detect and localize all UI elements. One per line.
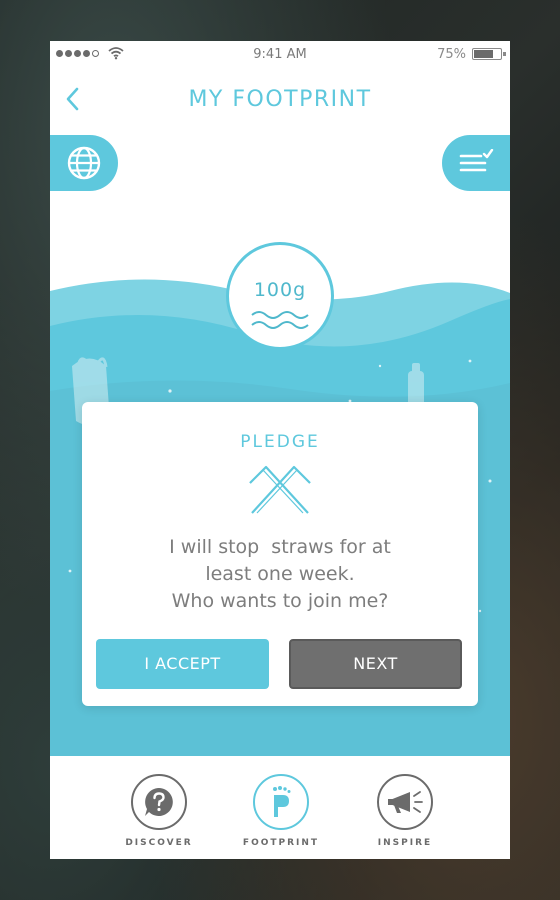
pledge-line: Who wants to join me?: [171, 590, 389, 612]
tab-inspire[interactable]: INSPIRE: [350, 774, 460, 848]
pledge-line: least one week.: [205, 563, 355, 585]
phone-screen: 9:41 AM 75% MY FOOTPRINT 100g PLEDGE I w…: [50, 41, 510, 859]
pledge-message: I will stop straws for at least one week…: [102, 534, 458, 615]
crossed-straws-icon: [249, 465, 311, 514]
tab-footprint[interactable]: FOOTPRINT: [226, 774, 336, 848]
battery-percent: 75%: [437, 47, 466, 62]
waves-icon: [251, 311, 309, 329]
tab-label: DISCOVER: [125, 838, 193, 848]
checklist-icon: [459, 149, 494, 172]
counter-value: 100g: [253, 279, 307, 301]
pledge-card: PLEDGE I will stop straws for at least o…: [82, 402, 478, 706]
tab-discover[interactable]: DISCOVER: [104, 774, 214, 848]
foot-icon: [273, 786, 291, 817]
tab-label: INSPIRE: [377, 838, 433, 848]
megaphone-icon: [388, 791, 423, 813]
globe-button[interactable]: [50, 135, 118, 191]
globe-icon: [67, 146, 101, 180]
battery-icon: [472, 48, 506, 60]
checklist-button[interactable]: [442, 135, 510, 191]
pledge-title: PLEDGE: [240, 432, 320, 452]
question-bubble-icon: [145, 788, 173, 816]
status-bar: 9:41 AM 75%: [50, 41, 510, 67]
tab-bar: DISCOVER FOOTPRINT INSPIRE: [50, 756, 510, 859]
pledge-line: I will stop straws for at: [169, 536, 391, 558]
footprint-counter: 100g: [226, 242, 334, 350]
next-button[interactable]: NEXT: [289, 639, 462, 689]
page-title: MY FOOTPRINT: [188, 87, 372, 112]
tab-label: FOOTPRINT: [242, 838, 320, 848]
accept-button[interactable]: I ACCEPT: [96, 639, 269, 689]
